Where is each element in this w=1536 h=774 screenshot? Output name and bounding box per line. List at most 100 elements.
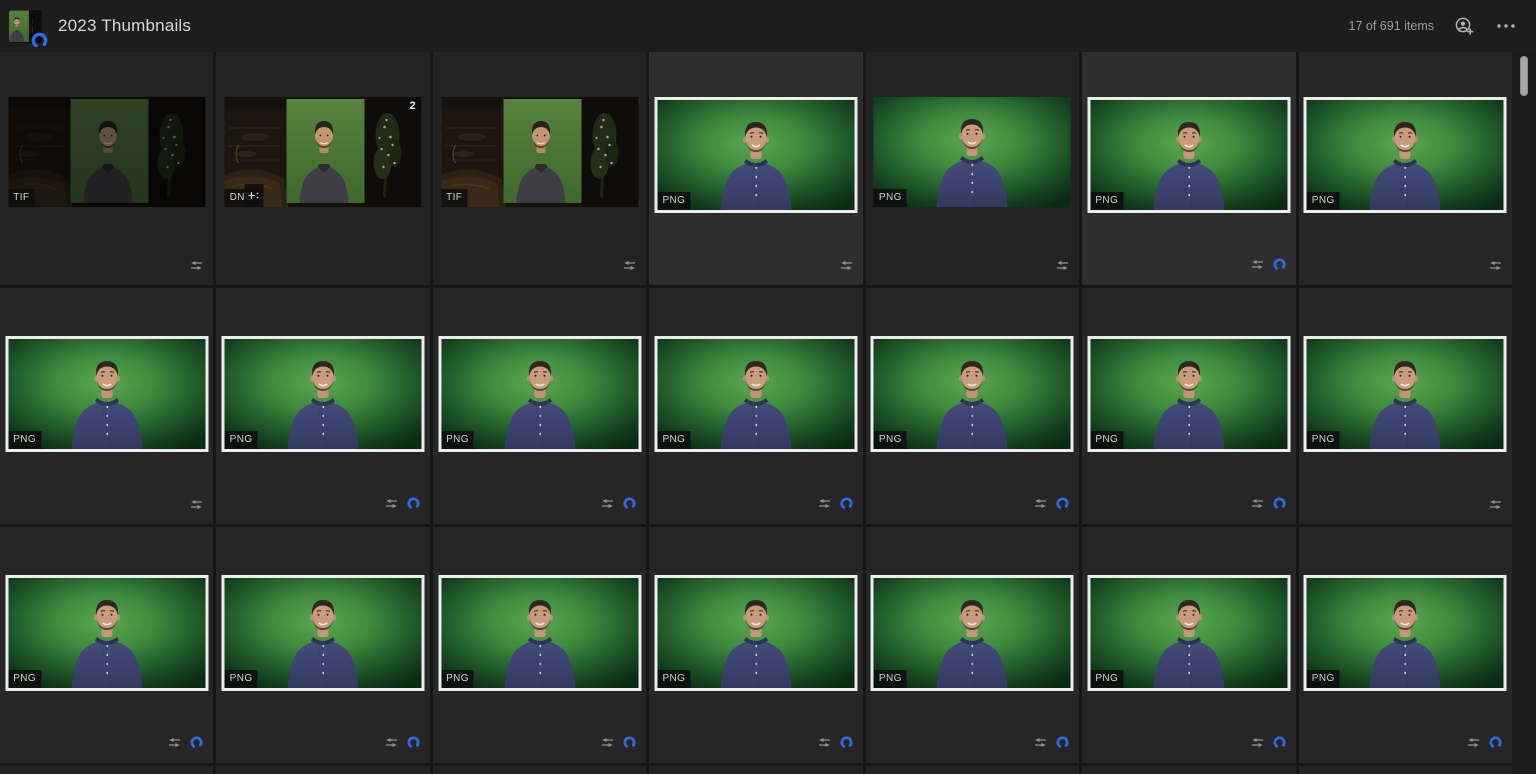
cell-status-icons [1251, 258, 1286, 271]
photo-cell[interactable]: PNG [216, 288, 429, 524]
photo-thumbnail[interactable]: PNG [1304, 575, 1507, 691]
edited-adjustments-icon [1489, 499, 1502, 510]
cell-status-icons [601, 497, 636, 510]
sync-progress-spinner-icon [840, 736, 853, 749]
photo-thumbnail[interactable]: PNG [5, 336, 208, 452]
format-badge: PNG [1090, 192, 1123, 210]
photo-thumbnail[interactable]: TIF [441, 97, 638, 207]
cell-status-icons [1251, 497, 1286, 510]
cell-status-icons [840, 260, 853, 271]
photo-thumbnail[interactable]: PNG [1087, 97, 1290, 213]
edited-adjustments-icon [1251, 498, 1264, 509]
photo-thumbnail[interactable]: PNG [874, 97, 1071, 207]
album-cover[interactable] [9, 10, 42, 43]
photo-image [8, 97, 205, 207]
photo-cell[interactable]: PNG [866, 527, 1079, 763]
cell-status-icons [818, 497, 853, 510]
edited-adjustments-icon [601, 737, 614, 748]
photo-thumbnail[interactable]: PNG [654, 575, 857, 691]
photo-thumbnail[interactable]: PNG [438, 575, 641, 691]
sync-progress-spinner-icon [1273, 497, 1286, 510]
edited-adjustments-icon [1034, 498, 1047, 509]
photo-thumbnail[interactable]: PNG [5, 575, 208, 691]
edited-adjustments-icon [1034, 737, 1047, 748]
photo-cell[interactable]: PNG [649, 52, 862, 285]
photo-cell[interactable]: PNG [0, 288, 213, 524]
photo-cell[interactable]: PNG [1082, 52, 1295, 285]
edited-adjustments-icon [840, 260, 853, 271]
format-badge: TIF [8, 189, 34, 207]
photo-cell[interactable]: TIF [0, 52, 213, 285]
edited-adjustments-icon [385, 498, 398, 509]
photo-thumbnail[interactable]: PNG [654, 97, 857, 213]
photo-cell[interactable]: PNG [433, 288, 646, 524]
photo-cell[interactable]: DNG 2 [216, 52, 429, 285]
photo-cell[interactable]: PNG [1299, 527, 1512, 763]
sync-progress-spinner-icon [1056, 497, 1069, 510]
photo-thumbnail[interactable]: DNG 2 [225, 97, 422, 207]
photo-thumbnail[interactable]: PNG [1087, 336, 1290, 452]
edited-adjustments-icon [385, 737, 398, 748]
photo-thumbnail[interactable]: PNG [1304, 97, 1507, 213]
format-badge: PNG [441, 670, 474, 688]
scrollbar[interactable] [1512, 52, 1536, 774]
photo-cell[interactable] [1299, 766, 1512, 774]
photo-cell[interactable]: PNG [1082, 527, 1295, 763]
cell-status-icons [1034, 736, 1069, 749]
photo-cell[interactable] [1082, 766, 1295, 774]
photo-cell[interactable] [0, 766, 213, 774]
format-badge: PNG [874, 431, 907, 449]
photo-cell[interactable]: PNG [1299, 288, 1512, 524]
album-header: 2023 Thumbnails 17 of 691 items [0, 0, 1536, 52]
format-badge: TIF [441, 189, 467, 207]
cell-status-icons [623, 260, 636, 271]
more-options-button[interactable] [1494, 21, 1518, 31]
photo-thumbnail[interactable]: PNG [1087, 575, 1290, 691]
photo-cell[interactable]: PNG [1299, 52, 1512, 285]
edited-adjustments-icon [818, 737, 831, 748]
photo-thumbnail[interactable]: TIF [8, 97, 205, 207]
sync-progress-spinner-icon [840, 497, 853, 510]
photo-cell[interactable] [649, 766, 862, 774]
format-badge: PNG [8, 670, 41, 688]
format-badge: PNG [225, 670, 258, 688]
photo-thumbnail[interactable]: PNG [654, 336, 857, 452]
photo-thumbnail[interactable]: PNG [871, 575, 1074, 691]
edited-adjustments-icon [601, 498, 614, 509]
cell-status-icons [385, 497, 420, 510]
photo-cell[interactable]: PNG [1082, 288, 1295, 524]
photo-cell[interactable]: PNG [0, 527, 213, 763]
photo-cell[interactable] [866, 766, 1079, 774]
format-badge: PNG [1307, 431, 1340, 449]
cell-status-icons [1467, 736, 1502, 749]
photo-cell[interactable]: PNG [216, 527, 429, 763]
format-badge: PNG [8, 431, 41, 449]
photo-thumbnail[interactable]: PNG [438, 336, 641, 452]
photo-thumbnail[interactable]: PNG [222, 575, 425, 691]
format-badge: PNG [1090, 431, 1123, 449]
format-badge: PNG [1307, 192, 1340, 210]
photo-cell[interactable]: PNG [433, 527, 646, 763]
format-badge: PNG [874, 670, 907, 688]
share-invite-button[interactable] [1452, 14, 1476, 38]
edited-adjustments-icon [623, 260, 636, 271]
photo-thumbnail[interactable]: PNG [222, 336, 425, 452]
edited-adjustments-icon [190, 260, 203, 271]
stack-count-badge: 2 [404, 97, 422, 116]
photo-thumbnail[interactable]: PNG [871, 336, 1074, 452]
photo-cell[interactable]: PNG [866, 288, 1079, 524]
photo-cell[interactable]: PNG [649, 288, 862, 524]
format-badge: PNG [1090, 670, 1123, 688]
photo-thumbnail[interactable]: PNG [1304, 336, 1507, 452]
scrollbar-thumb[interactable] [1520, 56, 1528, 96]
photo-cell[interactable]: PNG [649, 527, 862, 763]
sync-progress-spinner-icon [1489, 736, 1502, 749]
photo-cell[interactable]: PNG [866, 52, 1079, 285]
photo-cell[interactable]: TIF [433, 52, 646, 285]
cell-status-icons [1489, 260, 1502, 271]
photo-cell[interactable] [433, 766, 646, 774]
album-sync-spinner-icon [31, 32, 48, 49]
sync-progress-spinner-icon [1273, 736, 1286, 749]
photo-cell[interactable] [216, 766, 429, 774]
person-add-icon [1454, 16, 1474, 36]
